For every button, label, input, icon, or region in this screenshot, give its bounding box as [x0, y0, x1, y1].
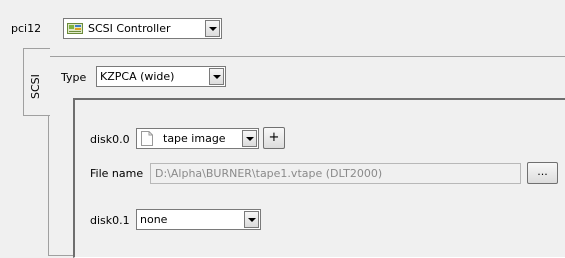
type-label: Type: [61, 71, 87, 84]
add-device-button-label: +: [268, 130, 280, 145]
chevron-down-icon[interactable]: [242, 130, 257, 147]
file-name-field[interactable]: D:\Alpha\BURNER\tape1.vtape (DLT2000): [150, 163, 521, 184]
disk0-1-combo[interactable]: none: [136, 209, 261, 230]
file-name-value: D:\Alpha\BURNER\tape1.vtape (DLT2000): [155, 167, 383, 180]
add-device-button[interactable]: +: [263, 127, 285, 149]
chevron-down-icon[interactable]: [209, 68, 224, 85]
disk0-0-label: disk0.0: [90, 133, 130, 146]
tab-scsi-label: SCSI: [29, 74, 42, 99]
controller-combo-value: SCSI Controller: [88, 22, 171, 35]
browse-button[interactable]: ...: [527, 162, 558, 184]
document-icon: [141, 131, 153, 146]
chevron-down-icon[interactable]: [244, 211, 259, 228]
disk0-0-combo[interactable]: tape image: [136, 128, 259, 149]
tab-scsi[interactable]: SCSI: [23, 48, 50, 116]
disk0-1-combo-value: none: [140, 213, 168, 226]
controller-icon: [67, 22, 83, 35]
type-combo[interactable]: KZPCA (wide): [96, 66, 226, 87]
slot-label: pci12: [11, 22, 42, 35]
file-name-label: File name: [90, 167, 144, 180]
type-combo-value: KZPCA (wide): [100, 70, 175, 83]
disk0-0-combo-value: tape image: [163, 132, 226, 145]
browse-button-label: ...: [537, 165, 548, 178]
controller-combo[interactable]: SCSI Controller: [63, 18, 222, 39]
chevron-down-icon[interactable]: [205, 20, 220, 37]
disk0-1-label: disk0.1: [90, 214, 130, 227]
